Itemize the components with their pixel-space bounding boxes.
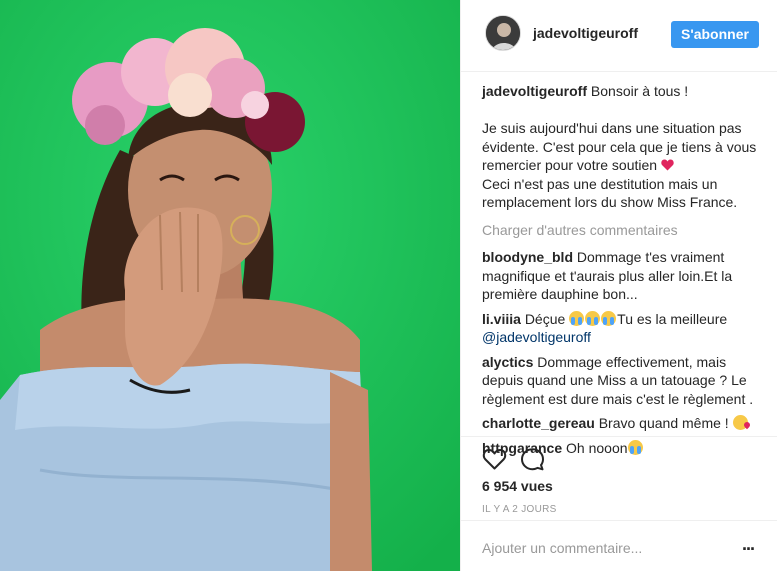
comment-username[interactable]: bloodyne_bld [482, 249, 573, 265]
crying-face-icon [569, 310, 585, 326]
load-more-comments[interactable]: Charger d'autres commentaires [482, 221, 764, 240]
like-heart-icon[interactable] [482, 447, 507, 471]
view-count[interactable]: 6 954 vues [482, 478, 553, 494]
author-username[interactable]: jadevoltigeuroff [533, 25, 638, 41]
caption-username[interactable]: jadevoltigeuroff [482, 83, 587, 99]
post-side-panel: jadevoltigeuroff S'abonner jadevoltigeur… [460, 0, 777, 571]
comment-username[interactable]: alyctics [482, 354, 533, 370]
comment-item: charlotte_gereau Bravo quand même ! [482, 414, 764, 433]
add-comment-input[interactable] [482, 538, 712, 558]
comment-text: Bravo quand même ! [598, 415, 729, 431]
caption: jadevoltigeuroff Bonsoir à tous ! Je sui… [482, 82, 764, 212]
comment-mention[interactable]: @jadevoltigeuroff [482, 329, 591, 345]
red-heart-icon [661, 159, 674, 171]
more-options-button[interactable]: ... [742, 535, 760, 556]
crying-face-icon [601, 310, 617, 326]
caption-greeting: Bonsoir à tous ! [590, 83, 689, 99]
comment-username[interactable]: li.viiia [482, 311, 521, 327]
comment-item: li.viiia Déçue Tu es la meilleure @jadev… [482, 310, 764, 347]
caption-body: Je suis aujourd'hui dans une situation p… [482, 120, 757, 173]
post-timestamp[interactable]: IL Y A 2 JOURS [482, 504, 557, 515]
crying-face-icon [585, 310, 601, 326]
comment-item: alyctics Dommage effectivement, mais dep… [482, 353, 764, 409]
comment-text: Déçue [524, 310, 566, 327]
post-header: jadevoltigeuroff S'abonner [461, 0, 777, 72]
comment-username[interactable]: charlotte_gereau [482, 415, 595, 431]
post-photo [0, 0, 460, 571]
comments-list: jadevoltigeuroff Bonsoir à tous ! Je sui… [482, 82, 764, 463]
comment-bubble-icon[interactable] [520, 447, 545, 471]
post-actions: 6 954 vues IL Y A 2 JOURS [461, 436, 777, 520]
kissing-face-icon [732, 415, 748, 430]
follow-button[interactable]: S'abonner [671, 21, 759, 48]
comment-item: bloodyne_bld Dommage t'es vraiment magni… [482, 248, 764, 304]
caption-body-2: Ceci n'est pas une destitution mais un r… [482, 175, 738, 211]
avatar[interactable] [485, 15, 521, 51]
post-image[interactable] [0, 0, 460, 571]
add-comment-bar: ... [461, 520, 777, 571]
comment-text-2: Tu es la meilleure [617, 310, 728, 327]
avatar-image [486, 16, 520, 50]
